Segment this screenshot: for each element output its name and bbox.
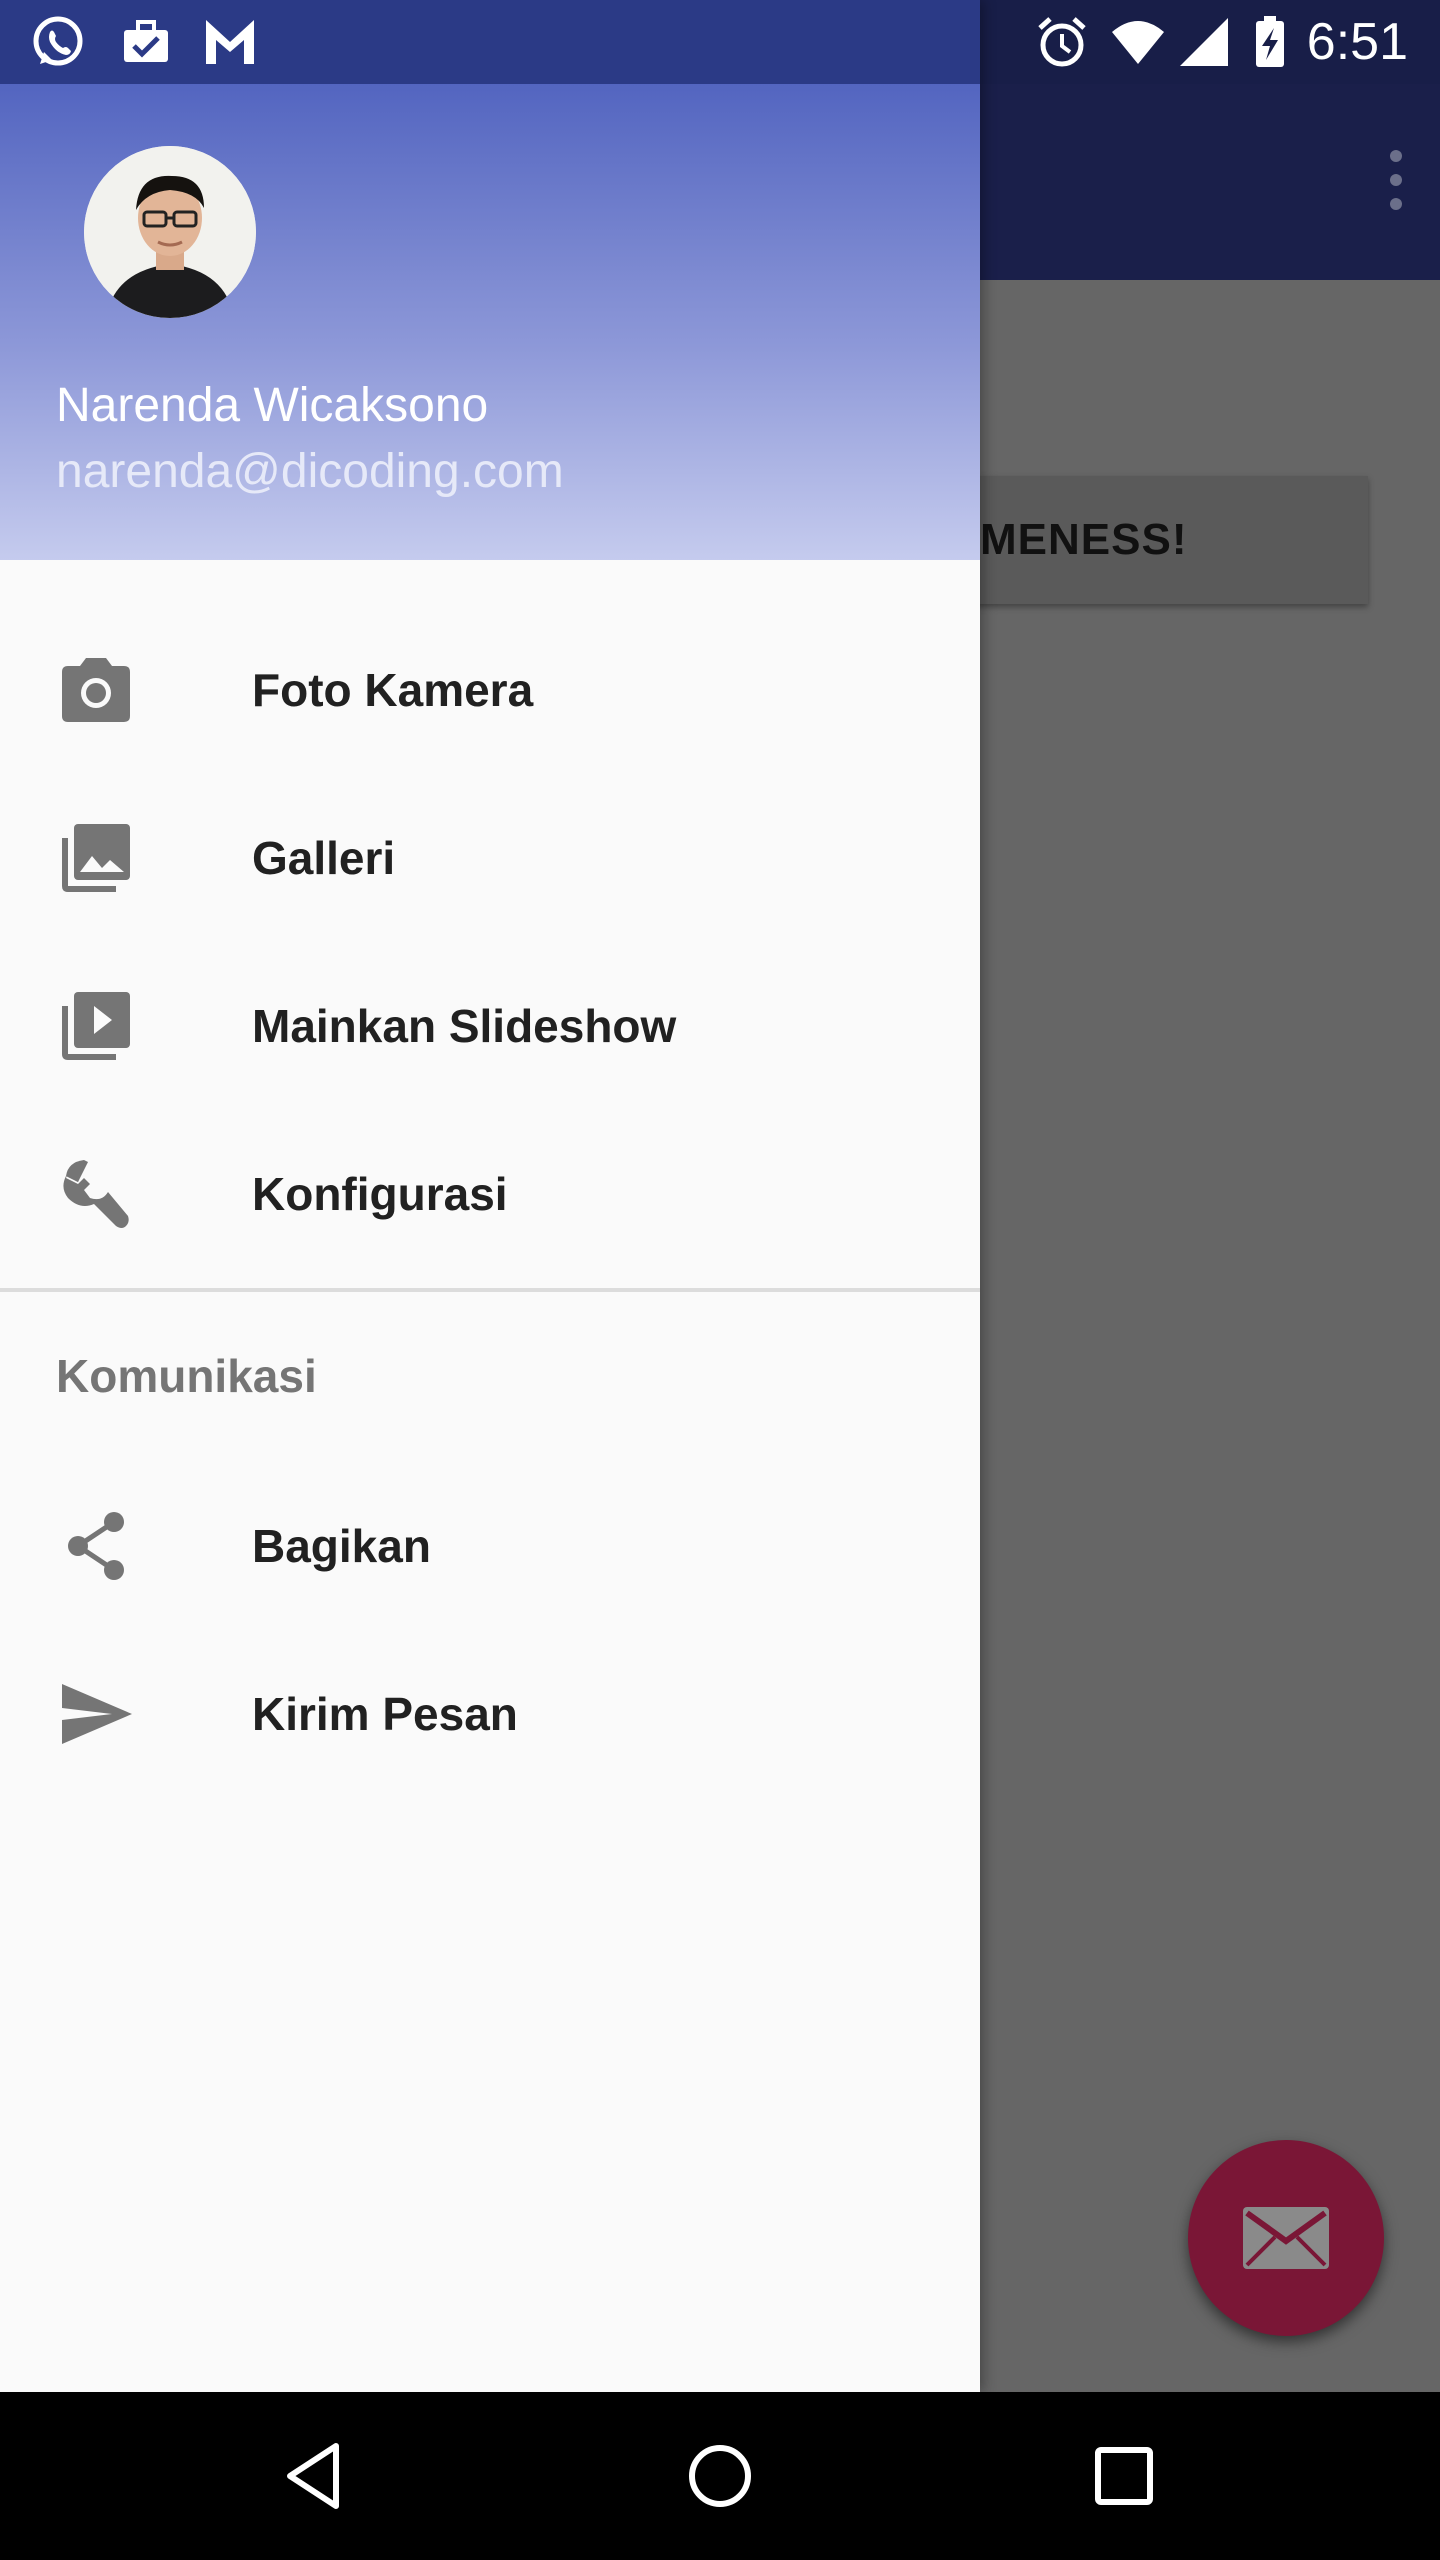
wifi-icon xyxy=(1112,21,1164,64)
whatsapp-icon xyxy=(33,16,83,66)
mail-icon xyxy=(1243,2207,1329,2269)
back-icon[interactable] xyxy=(276,2436,356,2516)
menu-item-galleri[interactable]: Galleri xyxy=(0,774,980,942)
menu-item-label: Bagikan xyxy=(252,1520,431,1572)
send-icon xyxy=(62,1684,132,1744)
menu-item-konfigurasi[interactable]: Konfigurasi xyxy=(0,1110,980,1278)
section-title-komunikasi: Komunikasi xyxy=(56,1350,317,1402)
menu-item-bagikan[interactable]: Bagikan xyxy=(0,1462,980,1630)
system-nav-bar xyxy=(0,2392,1440,2560)
gmail-icon xyxy=(206,20,254,64)
home-icon[interactable] xyxy=(680,2436,760,2516)
app-toolbar xyxy=(980,84,1440,280)
background-button[interactable]: MENESS! xyxy=(940,476,1368,604)
share-icon xyxy=(68,1512,124,1580)
more-vert-icon[interactable] xyxy=(1386,150,1406,210)
profile-photo xyxy=(84,146,256,318)
menu-item-label: Foto Kamera xyxy=(252,664,534,716)
user-email: narenda@dicoding.com xyxy=(56,445,564,498)
drawer-header: Narenda Wicaksono narenda@dicoding.com xyxy=(0,84,980,560)
menu-item-label: Mainkan Slideshow xyxy=(252,1000,677,1052)
recents-icon[interactable] xyxy=(1084,2436,1164,2516)
avatar[interactable] xyxy=(84,146,256,318)
menu-item-kirim-pesan[interactable]: Kirim Pesan xyxy=(0,1630,980,1798)
menu-item-label: Konfigurasi xyxy=(252,1168,508,1220)
signal-icon xyxy=(1180,18,1228,66)
status-time: 6:51 xyxy=(1306,13,1408,71)
alarm-icon xyxy=(1038,17,1086,67)
menu-item-label: Kirim Pesan xyxy=(252,1688,518,1740)
fab-mail-button[interactable] xyxy=(1188,2140,1384,2336)
menu-item-label: Galleri xyxy=(252,832,396,884)
wrench-icon xyxy=(63,1160,129,1228)
menu-item-foto-kamera[interactable]: Foto Kamera xyxy=(0,606,980,774)
gallery-icon xyxy=(62,824,130,892)
camera-icon xyxy=(62,658,130,722)
battery-charging-icon xyxy=(1256,16,1284,67)
drawer-status-area xyxy=(0,0,980,84)
user-name: Narenda Wicaksono xyxy=(56,379,489,432)
divider xyxy=(0,1288,980,1292)
menu-item-mainkan-slideshow[interactable]: Mainkan Slideshow xyxy=(0,942,980,1110)
navigation-drawer: Narenda Wicaksono narenda@dicoding.com F… xyxy=(0,0,980,2392)
slideshow-icon xyxy=(62,992,130,1060)
briefcase-check-icon xyxy=(124,20,168,62)
